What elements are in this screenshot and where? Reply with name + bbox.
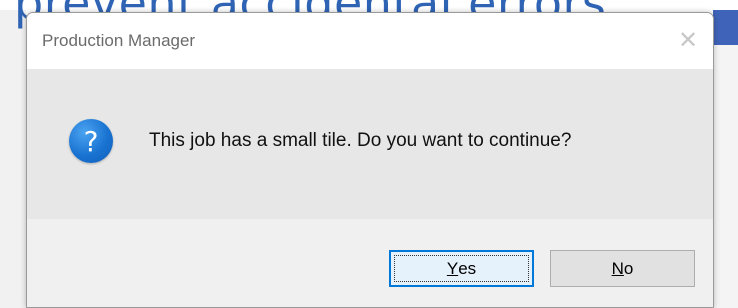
yes-button[interactable]: Yes <box>389 250 534 287</box>
close-icon: ✕ <box>677 26 699 54</box>
no-button-accelerator: N <box>611 258 624 278</box>
background-window-left <box>0 10 26 308</box>
dialog-titlebar[interactable]: Production Manager ✕ <box>27 13 713 69</box>
background-window-right <box>713 45 738 308</box>
screen: prevent accidental errors Production Man… <box>0 0 738 308</box>
no-button-label: o <box>623 258 634 278</box>
background-window-right-accent <box>713 10 738 45</box>
dialog-message: This job has a small tile. Do you want t… <box>149 130 572 151</box>
dialog-footer: Yes No <box>27 219 713 307</box>
close-button[interactable]: ✕ <box>667 19 709 61</box>
message-dialog: Production Manager ✕ ? This job has a sm… <box>26 12 714 308</box>
dialog-title: Production Manager <box>42 31 196 50</box>
yes-button-label: es <box>458 258 477 278</box>
yes-button-accelerator: Y <box>446 258 459 278</box>
dialog-content: ? This job has a small tile. Do you want… <box>27 69 713 219</box>
question-mark-glyph: ? <box>83 124 99 158</box>
no-button[interactable]: No <box>550 250 695 287</box>
question-icon: ? <box>69 119 113 163</box>
